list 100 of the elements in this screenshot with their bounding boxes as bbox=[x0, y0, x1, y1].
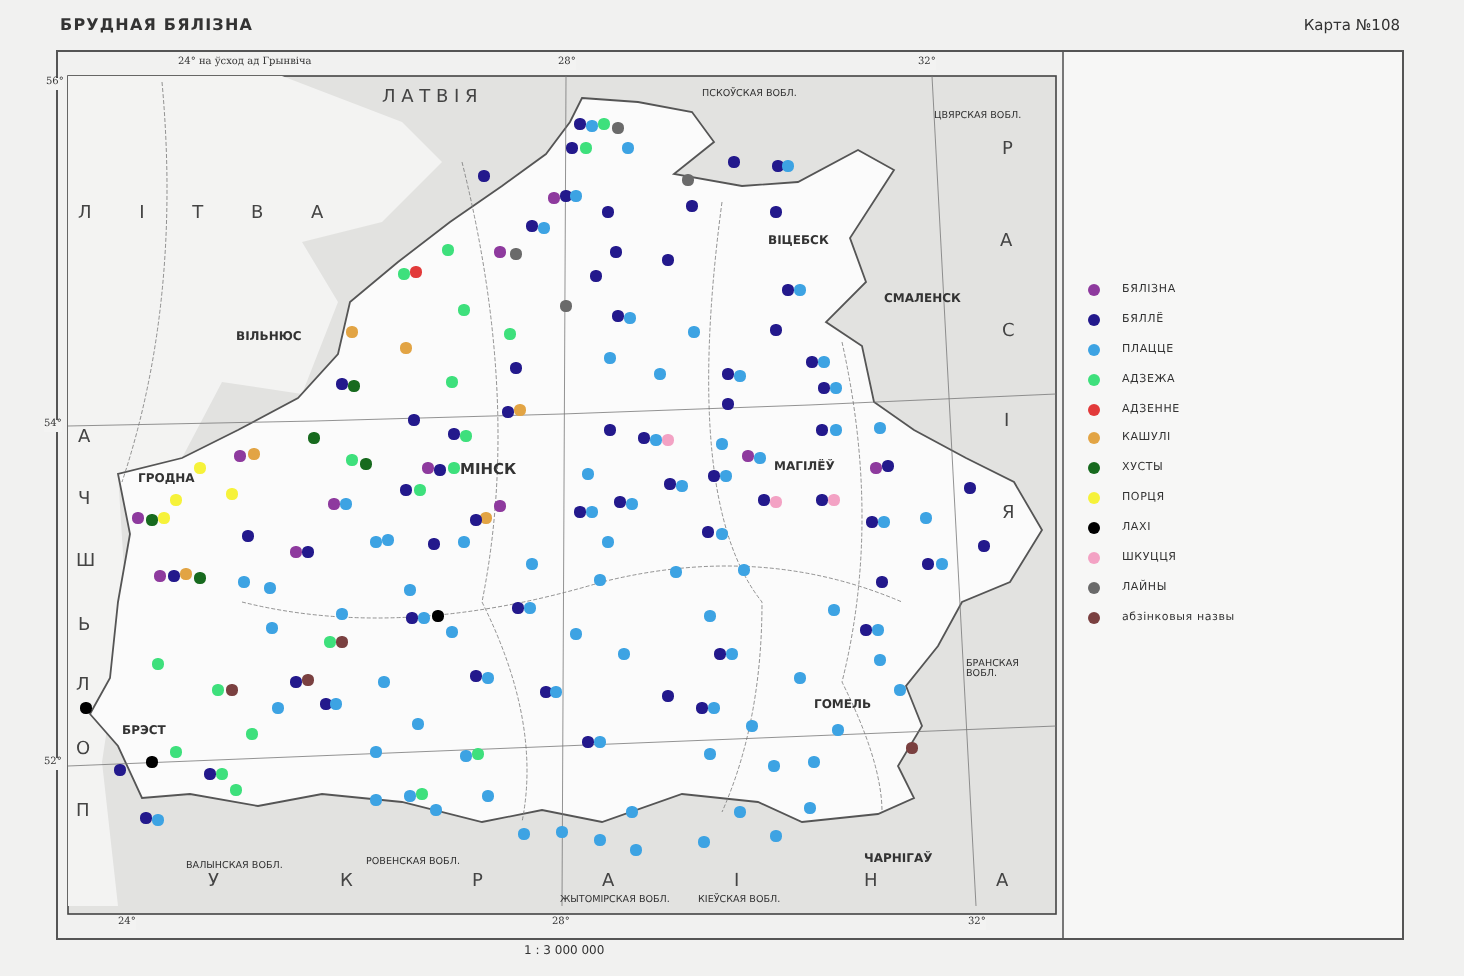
country-label: С bbox=[1002, 324, 1015, 344]
map-dot bbox=[510, 248, 522, 260]
map-dot bbox=[370, 794, 382, 806]
map-dot bbox=[428, 538, 440, 550]
country-label: А bbox=[996, 874, 1009, 894]
map-dot bbox=[482, 790, 494, 802]
map-dot bbox=[346, 326, 358, 338]
map-dot bbox=[688, 326, 700, 338]
map-dot bbox=[430, 804, 442, 816]
map-dot bbox=[308, 432, 320, 444]
map-dot bbox=[594, 834, 606, 846]
map-dot bbox=[242, 530, 254, 542]
map-dot bbox=[978, 540, 990, 552]
country-label: А bbox=[602, 874, 615, 894]
country-label: Л А Т В І Я bbox=[382, 90, 478, 110]
map-dot bbox=[560, 300, 572, 312]
country-label: К bbox=[340, 874, 353, 894]
map-dot bbox=[770, 206, 782, 218]
map-dot bbox=[400, 342, 412, 354]
map-dot bbox=[458, 304, 470, 316]
map-dot bbox=[794, 672, 806, 684]
map-dot bbox=[264, 582, 276, 594]
map-dot bbox=[698, 836, 710, 848]
map-dot bbox=[808, 756, 820, 768]
map-dot bbox=[412, 718, 424, 730]
map-dot bbox=[170, 746, 182, 758]
country-label: Л І Т В А bbox=[78, 206, 324, 226]
map-dot bbox=[804, 802, 816, 814]
map-dot bbox=[874, 422, 886, 434]
country-label: Ч bbox=[78, 492, 91, 512]
map-dot bbox=[604, 352, 616, 364]
map-dot bbox=[738, 564, 750, 576]
map-dot bbox=[768, 760, 780, 772]
map-dot bbox=[478, 170, 490, 182]
country-label: Р bbox=[472, 874, 483, 894]
map-dot bbox=[336, 608, 348, 620]
map-dot bbox=[734, 806, 746, 818]
map-dot bbox=[626, 806, 638, 818]
map-dot bbox=[602, 536, 614, 548]
map-dot bbox=[226, 488, 238, 500]
map-dot bbox=[828, 604, 840, 616]
map-dot bbox=[686, 200, 698, 212]
map-dot bbox=[876, 576, 888, 588]
map-dot bbox=[662, 690, 674, 702]
map-dot bbox=[654, 368, 666, 380]
map-dot bbox=[722, 398, 734, 410]
map-dot bbox=[570, 628, 582, 640]
country-label: А bbox=[78, 430, 91, 450]
map-dot bbox=[404, 584, 416, 596]
map-dot bbox=[906, 742, 918, 754]
map-dot bbox=[590, 270, 602, 282]
map-dot bbox=[246, 728, 258, 740]
map-dot bbox=[370, 746, 382, 758]
map-dot bbox=[446, 626, 458, 638]
country-label: А bbox=[1000, 234, 1013, 254]
map-dot bbox=[630, 844, 642, 856]
map-dot bbox=[832, 724, 844, 736]
country-label: Н bbox=[864, 874, 878, 894]
map-dot bbox=[670, 566, 682, 578]
map-dot bbox=[152, 658, 164, 670]
map-dot bbox=[920, 512, 932, 524]
country-label: Я bbox=[1002, 506, 1015, 526]
map-dot bbox=[526, 558, 538, 570]
map-dot bbox=[704, 748, 716, 760]
country-label: І bbox=[1004, 414, 1010, 434]
country-label: П bbox=[76, 804, 90, 824]
map-dot bbox=[266, 622, 278, 634]
map-dot bbox=[728, 156, 740, 168]
map-dot bbox=[662, 254, 674, 266]
map-dot bbox=[618, 648, 630, 660]
country-label: О bbox=[76, 742, 91, 762]
map-dot bbox=[610, 246, 622, 258]
map-dot bbox=[964, 482, 976, 494]
map-dot bbox=[446, 376, 458, 388]
map-dot bbox=[894, 684, 906, 696]
country-label: Л bbox=[76, 678, 90, 698]
map-dot bbox=[494, 246, 506, 258]
map-dot bbox=[442, 244, 454, 256]
map-dot bbox=[230, 784, 242, 796]
map-dot bbox=[746, 720, 758, 732]
map-dot bbox=[146, 756, 158, 768]
map-dot bbox=[504, 328, 516, 340]
map-title: БРУДНАЯ БЯЛІЗНА bbox=[60, 16, 254, 34]
country-label: І bbox=[734, 874, 740, 893]
map-dot bbox=[582, 468, 594, 480]
map-dot bbox=[682, 174, 694, 186]
map-dot bbox=[602, 206, 614, 218]
map-dot bbox=[716, 438, 728, 450]
map-dot bbox=[604, 424, 616, 436]
map-dot bbox=[770, 830, 782, 842]
map-dot bbox=[874, 654, 886, 666]
map-dot bbox=[622, 142, 634, 154]
map-dot bbox=[408, 414, 420, 426]
map-dot bbox=[114, 764, 126, 776]
country-label: Ь bbox=[78, 618, 91, 638]
map-dot bbox=[510, 362, 522, 374]
map-dot bbox=[556, 826, 568, 838]
map-dot bbox=[594, 574, 606, 586]
map-dot bbox=[272, 702, 284, 714]
map-dot bbox=[238, 576, 250, 588]
